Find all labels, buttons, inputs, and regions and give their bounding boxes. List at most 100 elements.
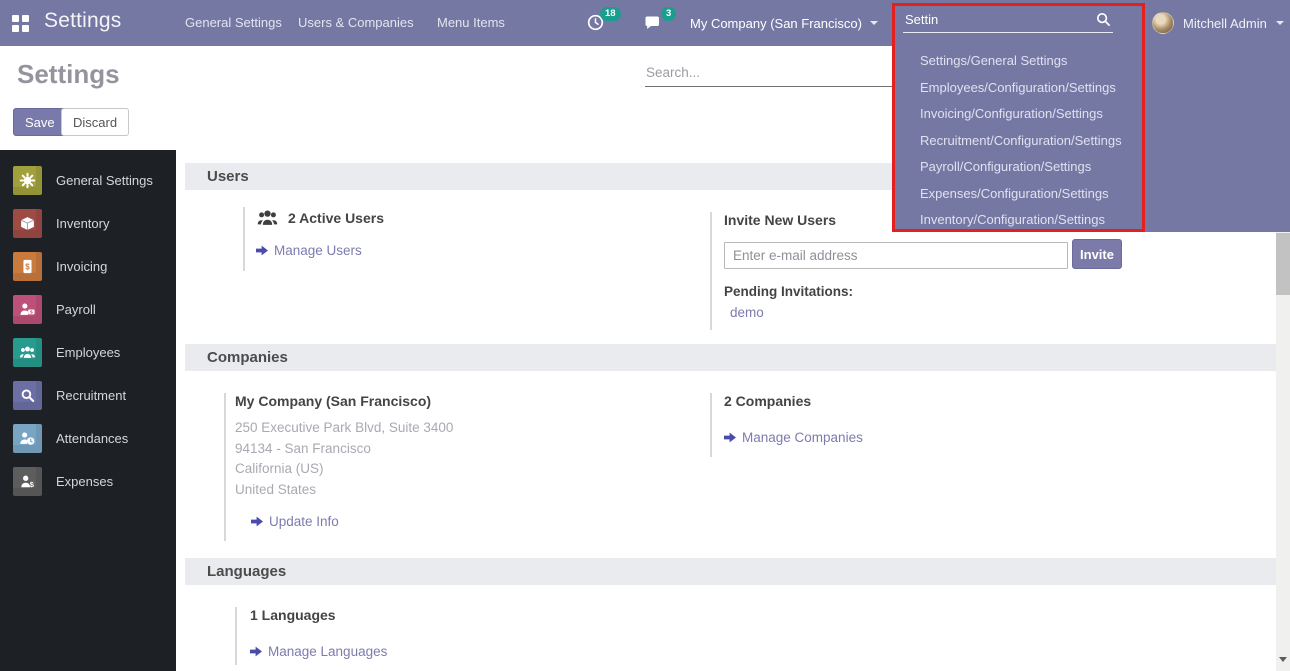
app-brand-title: Settings	[44, 9, 121, 33]
menu-users-companies[interactable]: Users & Companies	[298, 15, 414, 30]
chevron-down-icon	[1276, 21, 1284, 25]
avatar	[1152, 12, 1174, 34]
scroll-down-icon[interactable]	[1279, 657, 1287, 662]
sidebar-item-recruitment[interactable]: Recruitment	[0, 374, 176, 417]
messages-count-badge[interactable]: 3	[661, 7, 676, 21]
address-line: California (US)	[235, 459, 704, 480]
languages-block: 1 Languages Manage Languages	[235, 607, 665, 665]
odoo-settings-screen: Settings/General Settings Employees/Conf…	[0, 0, 1290, 671]
sidebar-item-label: Payroll	[56, 302, 96, 317]
address-line: 250 Executive Park Blvd, Suite 3400	[235, 418, 704, 439]
languages-count: 1 Languages	[250, 607, 665, 623]
search-icon[interactable]	[1096, 12, 1111, 27]
section-header-companies: Companies	[185, 344, 1276, 371]
suggestion-employees-config[interactable]: Employees/Configuration/Settings	[893, 75, 1290, 102]
sidebar-item-employees[interactable]: Employees	[0, 331, 176, 374]
link-arrow-icon	[251, 516, 263, 527]
page-title: Settings	[17, 59, 120, 90]
save-button[interactable]: Save	[13, 108, 67, 136]
sidebar-item-label: Expenses	[56, 474, 113, 489]
suggestion-expenses-config[interactable]: Expenses/Configuration/Settings	[893, 181, 1290, 208]
users-group-icon	[256, 207, 279, 229]
section-title: Users	[207, 168, 249, 185]
sidebar-item-label: Recruitment	[56, 388, 126, 403]
menu-general-settings[interactable]: General Settings	[185, 15, 282, 30]
company-info-block: My Company (San Francisco) 250 Executive…	[224, 393, 704, 541]
svg-text:$: $	[30, 310, 33, 316]
section-header-languages: Languages	[185, 558, 1276, 585]
scrollbar-thumb[interactable]	[1276, 233, 1290, 295]
sidebar-item-invoicing[interactable]: $ Invoicing	[0, 245, 176, 288]
discard-button[interactable]: Discard	[61, 108, 129, 136]
sidebar-item-payroll[interactable]: $ Payroll	[0, 288, 176, 331]
content-search	[645, 63, 893, 87]
menu-menu-items[interactable]: Menu Items	[437, 15, 505, 30]
activities-count-badge[interactable]: 18	[600, 7, 621, 21]
top-navbar: Settings General Settings Users & Compan…	[0, 0, 1290, 46]
inventory-box-icon	[13, 209, 42, 238]
active-users-count: 2 Active Users	[288, 210, 384, 226]
link-arrow-icon	[256, 245, 268, 256]
chevron-down-icon	[870, 21, 878, 25]
pending-user-link[interactable]: demo	[724, 305, 764, 320]
suggestion-invoicing-config[interactable]: Invoicing/Configuration/Settings	[893, 101, 1290, 128]
suggestion-settings-general[interactable]: Settings/General Settings	[893, 48, 1290, 75]
navbar-search-input[interactable]	[903, 9, 1113, 33]
settings-sidebar: General Settings Inventory $ Invoicing	[0, 150, 176, 671]
svg-text:$: $	[30, 480, 35, 489]
companies-count-block: 2 Companies Manage Companies	[710, 393, 1140, 457]
link-arrow-icon	[724, 432, 736, 443]
user-menu[interactable]: Mitchell Admin	[1152, 0, 1284, 46]
sidebar-item-expenses[interactable]: $ Expenses	[0, 460, 176, 503]
expenses-person-dollar-icon: $	[13, 467, 42, 496]
sidebar-item-label: Invoicing	[56, 259, 107, 274]
user-name: Mitchell Admin	[1183, 16, 1267, 31]
suggestion-inventory-config[interactable]: Inventory/Configuration/Settings	[893, 207, 1290, 234]
sidebar-item-label: Employees	[56, 345, 120, 360]
navbar-search	[903, 9, 1113, 35]
invite-button[interactable]: Invite	[1072, 239, 1122, 269]
manage-languages-label: Manage Languages	[268, 644, 387, 659]
suggestion-payroll-config[interactable]: Payroll/Configuration/Settings	[893, 154, 1290, 181]
suggestion-recruitment-config[interactable]: Recruitment/Configuration/Settings	[893, 128, 1290, 155]
link-arrow-icon	[250, 646, 262, 657]
address-line: 94134 - San Francisco	[235, 439, 704, 460]
company-switcher-label: My Company (San Francisco)	[690, 16, 862, 31]
manage-languages-link[interactable]: Manage Languages	[250, 644, 665, 659]
manage-companies-link[interactable]: Manage Companies	[724, 430, 1140, 445]
search-suggestions-panel: Settings/General Settings Employees/Conf…	[893, 46, 1290, 232]
payroll-person-icon: $	[13, 295, 42, 324]
content-search-input[interactable]	[645, 63, 893, 87]
sidebar-item-general-settings[interactable]: General Settings	[0, 159, 176, 202]
sidebar-item-attendances[interactable]: Attendances	[0, 417, 176, 460]
apps-menu-icon[interactable]	[12, 15, 29, 32]
section-title: Languages	[207, 563, 286, 580]
messages-icon[interactable]	[644, 15, 661, 36]
invoice-document-icon: $	[13, 252, 42, 281]
companies-count: 2 Companies	[724, 393, 1140, 409]
sidebar-item-label: General Settings	[56, 173, 153, 188]
sidebar-item-label: Inventory	[56, 216, 109, 231]
manage-companies-label: Manage Companies	[742, 430, 863, 445]
sidebar-item-inventory[interactable]: Inventory	[0, 202, 176, 245]
address-line: United States	[235, 480, 704, 501]
update-info-link[interactable]: Update Info	[235, 514, 704, 529]
company-switcher[interactable]: My Company (San Francisco)	[690, 0, 878, 46]
manage-users-link[interactable]: Manage Users	[256, 243, 663, 258]
company-name: My Company (San Francisco)	[235, 393, 704, 409]
gear-icon	[13, 166, 42, 195]
company-address: 250 Executive Park Blvd, Suite 3400 9413…	[235, 418, 704, 500]
manage-users-label: Manage Users	[274, 243, 362, 258]
recruitment-magnifier-icon	[13, 381, 42, 410]
email-field[interactable]	[724, 242, 1068, 269]
search-suggestions-list: Settings/General Settings Employees/Conf…	[893, 46, 1290, 234]
pending-invitations-label: Pending Invitations:	[724, 284, 1140, 299]
employees-people-icon	[13, 338, 42, 367]
attendance-person-clock-icon	[13, 424, 42, 453]
update-info-label: Update Info	[269, 514, 339, 529]
svg-text:$: $	[25, 262, 30, 271]
sidebar-item-label: Attendances	[56, 431, 128, 446]
vertical-scrollbar[interactable]	[1276, 232, 1290, 671]
active-users-block: 2 Active Users Manage Users	[243, 207, 663, 271]
section-title: Companies	[207, 349, 288, 366]
